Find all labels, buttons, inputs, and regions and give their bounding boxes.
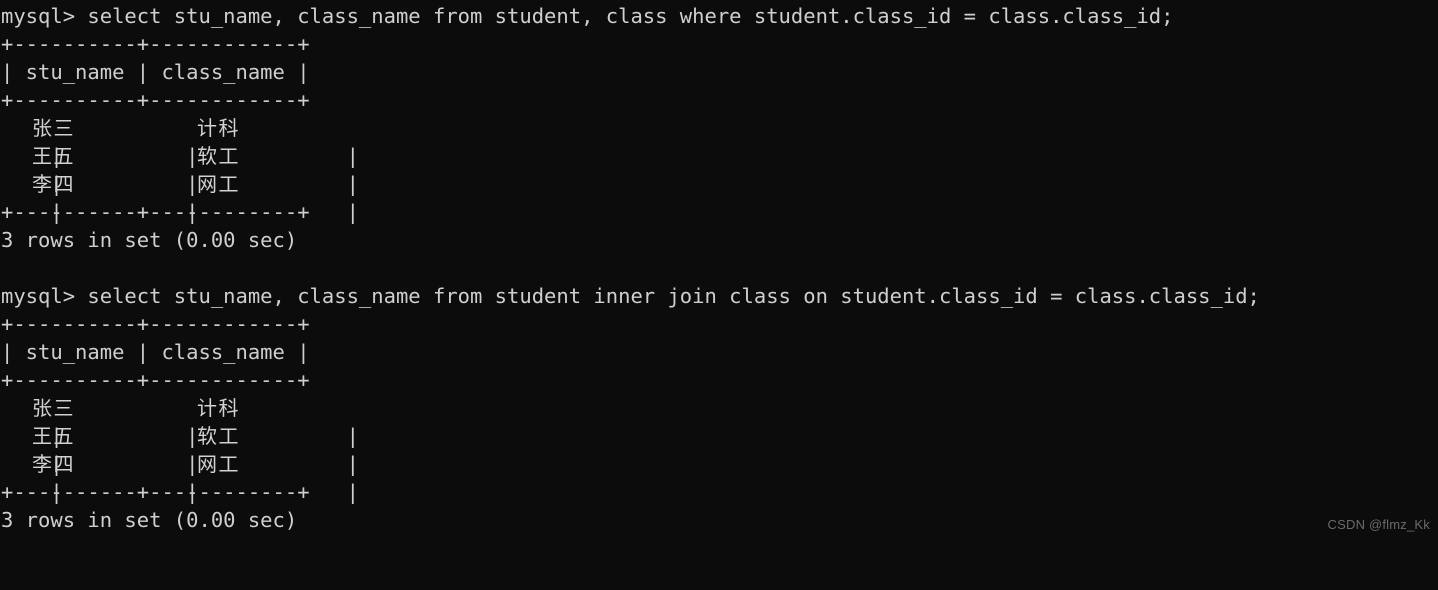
table-row: | | | 张三 计科: [1, 394, 1438, 448]
cell-class-name: 软工: [197, 424, 240, 448]
cell-class-name: 网工: [197, 172, 240, 196]
watermark: CSDN @flmz_Kk: [1327, 517, 1430, 532]
cell-stu-name: 李四: [32, 172, 75, 196]
table-separator-top: +----------+------------+: [1, 312, 310, 336]
cell-class-name: 软工: [197, 144, 240, 168]
row-frame: | | |: [50, 480, 359, 504]
command-line: mysql> select stu_name, class_name from …: [1, 284, 1260, 308]
row-frame: | | |: [50, 200, 359, 224]
cell-stu-name: 张三: [32, 116, 75, 140]
terminal-window[interactable]: mysql> select stu_name, class_name from …: [0, 0, 1438, 540]
cell-stu-name: 王五: [32, 424, 75, 448]
table-row: | | | 张三 计科: [1, 114, 1438, 168]
cell-class-name: 计科: [197, 116, 240, 140]
cell-stu-name: 张三: [32, 396, 75, 420]
cell-class-name: 网工: [197, 452, 240, 476]
table-row: | | | 李四 网工: [1, 450, 1438, 504]
table-separator-top: +----------+------------+: [1, 32, 310, 56]
result-status: 3 rows in set (0.00 sec): [1, 508, 298, 532]
table-separator-mid: +----------+------------+: [1, 368, 310, 392]
cell-stu-name: 李四: [32, 452, 75, 476]
cell-class-name: 计科: [197, 396, 240, 420]
table-header-row: | stu_name | class_name |: [1, 60, 310, 84]
table-row: | | | 李四 网工: [1, 170, 1438, 224]
cell-stu-name: 王五: [32, 144, 75, 168]
table-row: | | | 王五 软工: [1, 142, 1438, 196]
table-separator-mid: +----------+------------+: [1, 88, 310, 112]
table-row: | | | 王五 软工: [1, 422, 1438, 476]
table-header-row: | stu_name | class_name |: [1, 340, 310, 364]
command-line: mysql> select stu_name, class_name from …: [1, 4, 1174, 28]
result-status: 3 rows in set (0.00 sec): [1, 228, 298, 252]
